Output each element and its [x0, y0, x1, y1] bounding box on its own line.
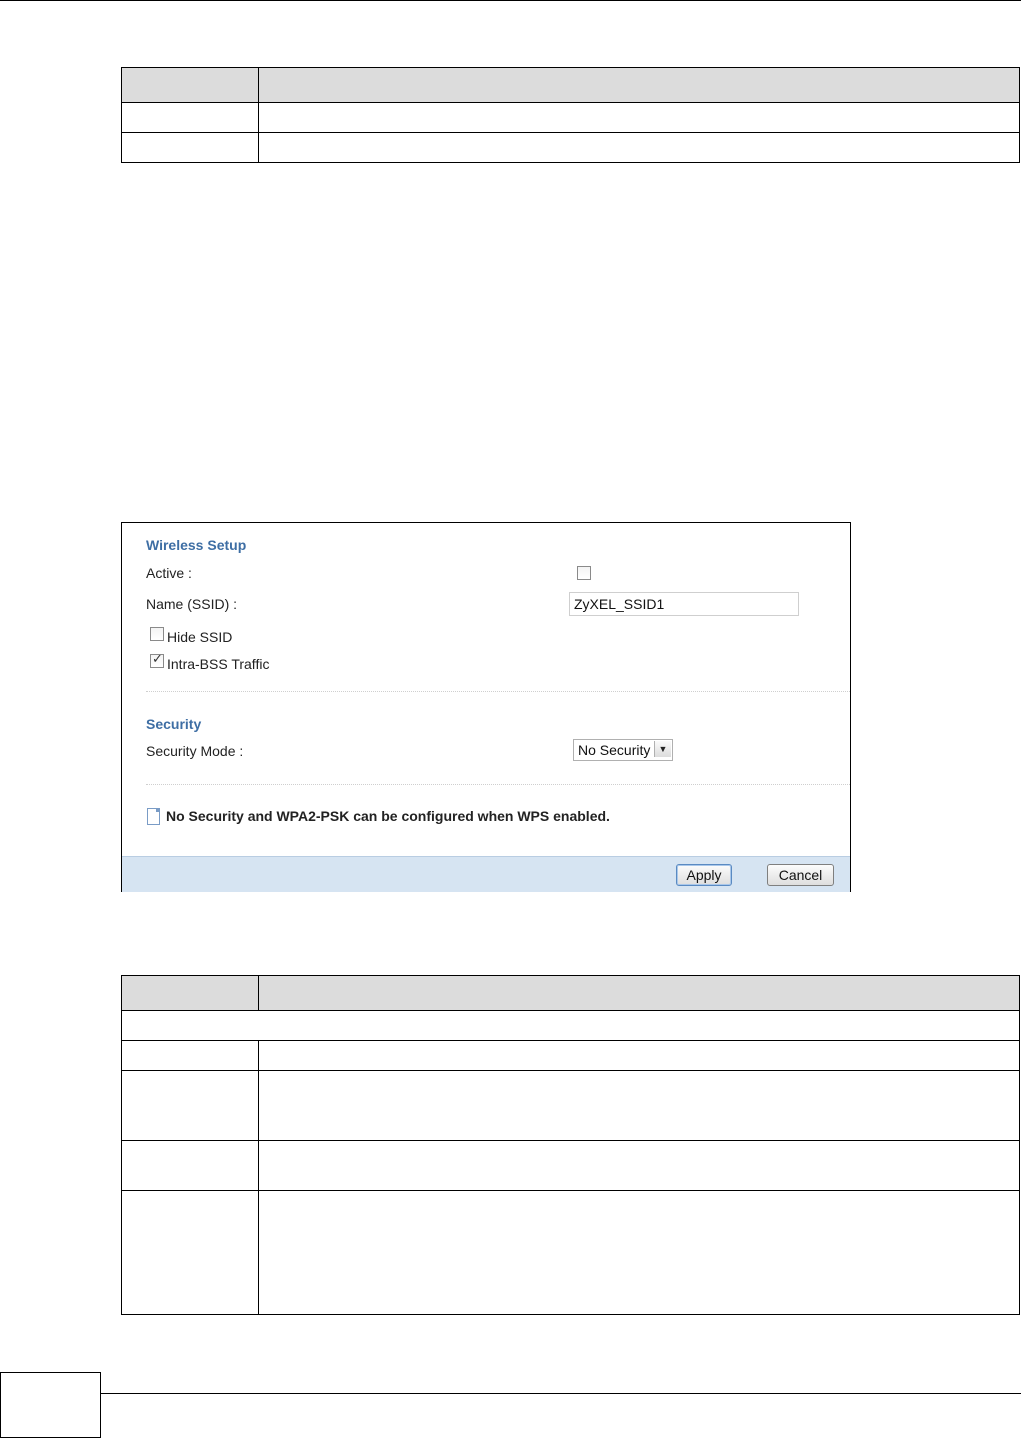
table-row	[120, 132, 1020, 163]
wps-note: No Security and WPA2-PSK can be configur…	[166, 808, 610, 824]
intra-bss-label: Intra-BSS Traffic	[167, 656, 270, 672]
table-header-cell	[258, 67, 1020, 103]
cancel-button[interactable]: Cancel	[767, 864, 834, 886]
table-cell	[121, 1010, 1020, 1041]
security-mode-select[interactable]: No Security ▼	[573, 739, 673, 761]
header-rule	[0, 0, 1021, 1]
table-header-cell	[120, 975, 260, 1011]
table-cell	[258, 102, 1020, 133]
security-title: Security	[146, 716, 202, 732]
table-cell	[258, 1190, 1020, 1315]
wireless-setup-title: Wireless Setup	[146, 537, 247, 553]
field-table-bottom	[120, 975, 1020, 1315]
table-header-row	[120, 67, 1020, 103]
hide-ssid-label: Hide SSID	[167, 629, 233, 645]
table-cell	[120, 132, 260, 163]
dropdown-arrow-icon[interactable]: ▼	[654, 741, 671, 757]
security-mode-value: No Security	[578, 742, 651, 758]
table-header-row	[120, 975, 1020, 1011]
table-cell	[120, 102, 260, 133]
table-header-cell	[120, 67, 260, 103]
table-cell	[258, 1070, 1020, 1141]
table-row	[120, 102, 1020, 133]
button-bar: Apply Cancel	[122, 856, 850, 892]
table-cell	[120, 1070, 260, 1141]
table-cell	[120, 1190, 260, 1315]
intra-bss-checkbox[interactable]: ✓	[150, 651, 164, 668]
active-label: Active :	[146, 565, 192, 581]
ssid-name-label: Name (SSID) :	[146, 596, 238, 612]
table-header-cell	[258, 975, 1020, 1011]
section-divider	[146, 784, 850, 785]
table-row	[120, 1190, 1020, 1315]
table-row	[120, 1070, 1020, 1141]
active-checkbox[interactable]	[577, 566, 591, 580]
note-icon	[147, 808, 160, 825]
table-cell	[258, 132, 1020, 163]
table-cell	[258, 1140, 1020, 1191]
apply-button[interactable]: Apply	[676, 864, 732, 886]
table-section-row	[121, 1010, 1020, 1041]
table-cell	[120, 1040, 260, 1071]
ssid-input[interactable]	[569, 592, 799, 616]
security-mode-label: Security Mode :	[146, 743, 244, 759]
wireless-settings-panel: Wireless Setup Active : Name (SSID) : Hi…	[121, 522, 851, 892]
section-divider	[146, 691, 850, 692]
checkmark-icon: ✓	[152, 651, 163, 666]
table-row	[120, 1140, 1020, 1191]
table-cell	[120, 1140, 260, 1191]
hide-ssid-checkbox[interactable]	[150, 627, 164, 641]
table-cell	[258, 1040, 1020, 1071]
footer-rule	[100, 1393, 1021, 1394]
field-table-top	[120, 67, 1020, 163]
table-row	[120, 1040, 1020, 1071]
page-number-box	[0, 1372, 101, 1438]
